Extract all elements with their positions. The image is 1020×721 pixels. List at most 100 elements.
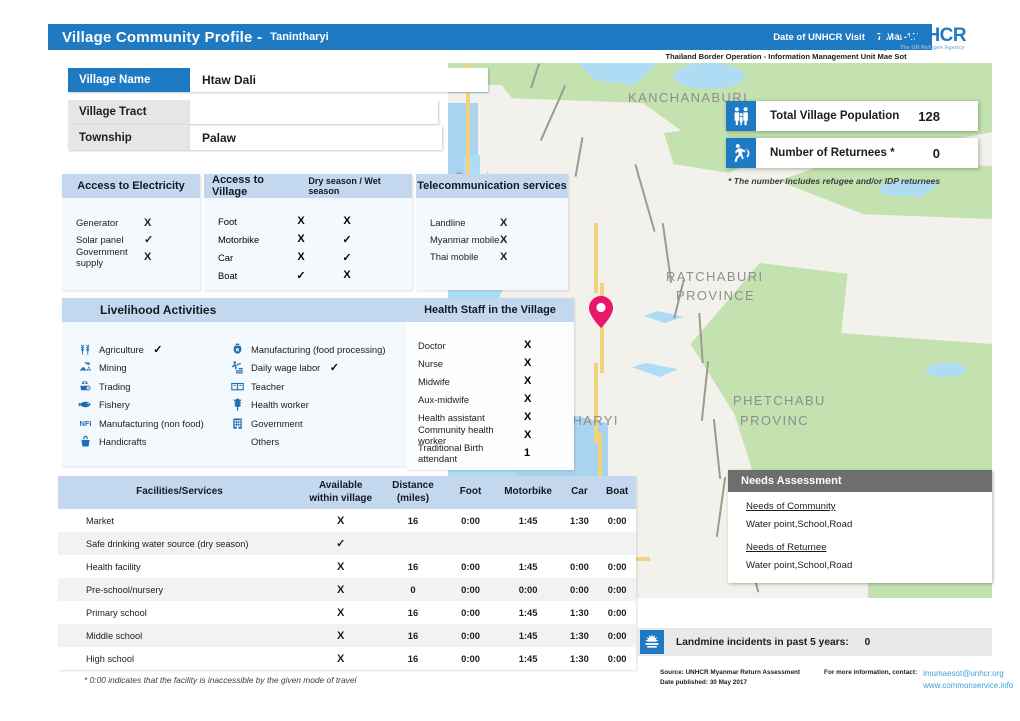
list-item: Generator X [62,214,200,231]
village-name-label: Village Name [68,68,190,92]
health-staff-count: X [524,339,532,351]
livelihood-item-label: Mining [99,362,127,374]
needs-assessment-body: Needs of Community Water point,School,Ro… [728,492,992,583]
list-item: Government supply X [62,246,200,268]
facility-distance: 0 [380,578,446,601]
landmine-label: Landmine incidents in past 5 years: [676,636,849,648]
needs-assessment-panel: Needs Assessment Needs of Community Wate… [728,470,992,583]
col-available-line1: Available [318,480,363,491]
returnee-icon [726,138,756,168]
list-item: Landline X [416,214,568,231]
facility-available: ✓ [300,532,381,555]
needs-community-value: Water point,School,Road [746,519,853,530]
access-village-list: Foot X X Motorbike X ✓ Car X ✓ Boat ✓ X [204,198,412,284]
livelihood-item-label: Handicrafts [99,436,147,448]
book-icon [228,379,247,394]
list-item-mark: X [500,250,508,263]
facility-distance [380,532,446,555]
electricity-panel: Access to Electricity Generator X Solar pa… [62,174,200,290]
facilities-table-body: Market X 16 0:00 1:45 1:30 0:00 Safe drinking w… [58,509,636,670]
contact-links: imumaesot@unhcr.org www.commonservice.in… [923,668,1013,691]
unhcr-emblem-icon [872,27,896,51]
health-staff-list: Doctor X Nurse X Midwife X Aux-midwife X Health … [406,322,574,464]
facility-boat: 0:00 [598,624,636,647]
wheat-icon [76,342,95,357]
list-item-label: Thai mobile [430,251,479,262]
mining-icon [76,360,95,375]
village-tract-value[interactable] [190,100,438,124]
livelihood-lists: Agriculture ✓ Mining $ Trading Fishery NFI… [62,322,410,451]
health-staff-role: Health assistant [418,411,485,423]
table-row: Safe drinking water source (dry season) ✓ [58,532,636,555]
unhcr-logo: UNHCR The UN Refugee Agency [872,24,990,54]
contact-email[interactable]: imumaesot@unhcr.org [923,668,1013,680]
access-village-mode: Foot [218,215,237,227]
livelihood-item-label: Agriculture [99,343,144,355]
list-item-mark: X [144,216,152,229]
facility-name: Market [58,509,301,532]
village-name-value[interactable]: Htaw Dali [190,68,488,92]
livelihood-panel: Livelihood Activities Agriculture ✓ Minin… [62,298,410,466]
facility-car: 0:00 [560,578,599,601]
needs-assessment-title: Needs Assessment [728,470,992,492]
facility-boat: 0:00 [598,601,636,624]
telecom-title: Telecommunication services [416,174,568,198]
returnees-card: Number of Returnees * 0 [726,138,978,168]
source-block: Source: UNHCR Myanmar Return Assessment … [660,668,1013,691]
livelihood-column-1: Agriculture ✓ Mining $ Trading Fishery NFI… [76,340,228,451]
facility-available: X [300,509,381,532]
health-staff-row: Doctor X [406,336,574,354]
labor-icon [228,360,247,375]
map-label: RATCHABURI [666,269,764,284]
contact-website[interactable]: www.commonservice.info [923,680,1013,692]
township-value[interactable]: Palaw [190,126,442,150]
facility-car: 1:30 [560,509,599,532]
table-row: Market X 16 0:00 1:45 1:30 0:00 [58,509,636,532]
list-item-label: Generator [76,217,119,228]
facility-boat: 0:00 [598,555,636,578]
col-available: Available within village [300,476,381,509]
livelihood-item-label: Fishery [99,399,130,411]
facility-available: X [300,555,381,578]
svg-text:NFI: NFI [80,419,92,428]
page-title: Village Community Profile - [62,28,263,46]
facility-available: X [300,601,381,624]
township-row: Township Palaw [68,126,442,150]
facility-name: Primary school [58,601,301,624]
map-label: PROVINCE [676,288,756,303]
telecom-panel: Telecommunication services Landline X Myan… [416,174,568,290]
list-item-mark: ✓ [144,234,154,246]
access-village-wet-mark: ✓ [342,251,352,264]
health-staff-row: Nurse X [406,354,574,372]
operation-unit-line: Thailand Border Operation - Information … [665,52,907,61]
health-staff-count: 1 [524,447,531,459]
list-item-label: Solar panel [76,234,124,245]
livelihood-item-label: Teacher [251,380,285,392]
page-header-bar: Village Community Profile - Tanintharyi … [48,24,932,50]
livelihood-item-label: Daily wage labor [251,362,321,374]
electricity-title: Access to Electricity [62,174,200,198]
township-label: Township [68,126,190,150]
facility-motorbike: 1:45 [495,601,561,624]
facility-distance: 16 [380,555,446,578]
landmine-incidents-bar: Landmine incidents in past 5 years: 0 [636,628,992,656]
health-staff-row: Midwife X [406,372,574,390]
livelihood-item: Agriculture ✓ [76,340,228,359]
livelihood-column-2: Manufacturing (food processing) Daily wa… [228,340,408,451]
health-staff-row: Traditional Birth attendant 1 [406,442,574,464]
livelihood-item-label: Trading [99,380,131,392]
health-staff-role: Traditional Birth attendant [418,442,484,464]
list-item-mark: X [144,250,152,263]
village-location-pin[interactable] [589,296,613,328]
col-car: Car [560,476,599,509]
livelihood-item: Health worker [228,396,408,415]
needs-returnee-value: Water point,School,Road [746,560,853,571]
access-village-wet-mark: ✓ [342,233,352,246]
telecom-list: Landline X Myanmar mobile X Thai mobile X [416,198,568,265]
livelihood-item-label: Others [251,436,280,448]
health-staff-row: Aux-midwife X [406,390,574,408]
facility-name: Pre-school/nursery [58,578,301,601]
facility-distance: 16 [380,647,446,670]
facility-name: High school [58,647,301,670]
health-staff-count: X [524,429,532,441]
